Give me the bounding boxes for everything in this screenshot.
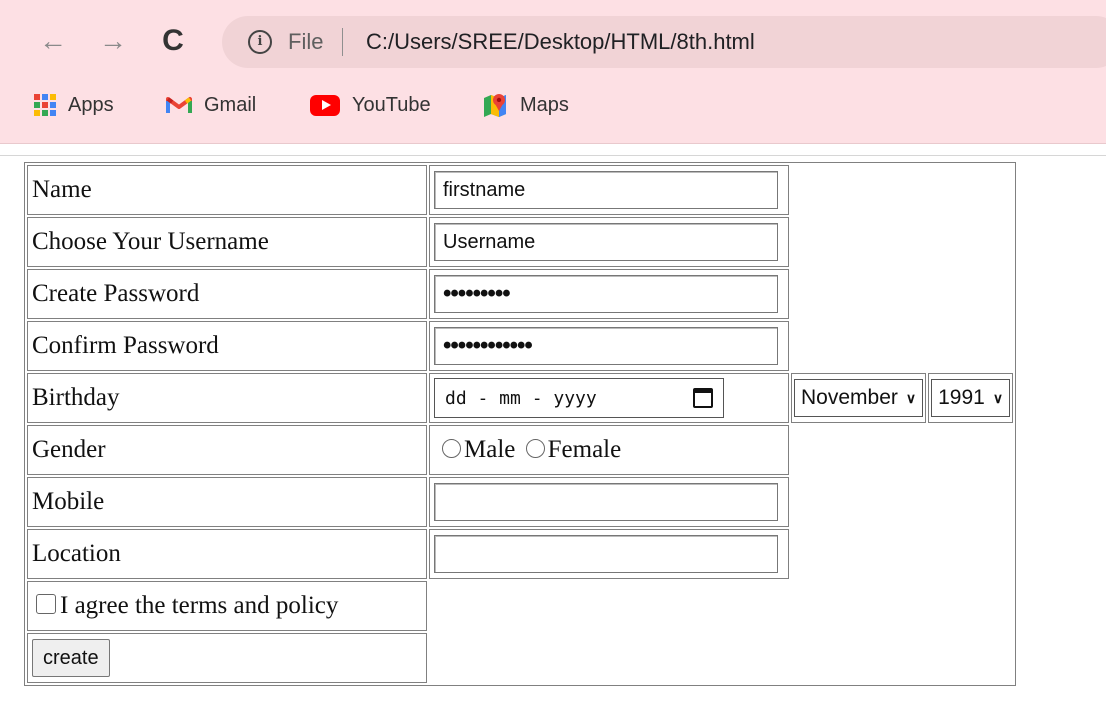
gender-female-label: Female bbox=[547, 436, 622, 463]
bookmark-gmail[interactable]: Gmail bbox=[166, 90, 256, 120]
gender-female-radio[interactable] bbox=[525, 439, 545, 458]
reload-button[interactable]: C bbox=[156, 24, 190, 58]
submit-cell: create bbox=[27, 633, 427, 683]
agree-label: I agree the terms and policy bbox=[60, 592, 339, 619]
page-top-border bbox=[0, 155, 1106, 156]
bookmark-label: Apps bbox=[68, 93, 114, 116]
chevron-down-icon: ∨ bbox=[992, 389, 1004, 406]
year-select[interactable]: 1991 ∨ bbox=[931, 379, 1011, 417]
password-input[interactable]: ••••••••• bbox=[434, 275, 778, 313]
birthday-date-input[interactable]: dd - mm - yyyy bbox=[434, 378, 724, 418]
date-placeholder: dd - mm - yyyy bbox=[445, 387, 597, 409]
table-row: Mobile bbox=[27, 477, 1013, 527]
table-row: create bbox=[27, 633, 1013, 683]
arrow-right-icon: → bbox=[99, 25, 127, 56]
username-label: Choose Your Username bbox=[27, 217, 427, 267]
table-row: Name firstname bbox=[27, 165, 1013, 215]
bookmark-youtube[interactable]: YouTube bbox=[310, 90, 431, 120]
username-cell: Username bbox=[429, 217, 789, 267]
maps-icon bbox=[482, 92, 508, 118]
agree-checkbox[interactable] bbox=[36, 594, 56, 614]
location-input[interactable] bbox=[434, 535, 778, 573]
table-row: Gender Male Female bbox=[27, 425, 1013, 475]
table-row: I agree the terms and policy bbox=[27, 581, 1013, 631]
address-url[interactable]: C:/Users/SREE/Desktop/HTML/8th.html bbox=[366, 29, 755, 55]
gender-male-radio[interactable] bbox=[442, 439, 461, 458]
birthday-year-cell: 1991 ∨ bbox=[928, 373, 1014, 423]
agree-cell: I agree the terms and policy bbox=[27, 581, 427, 631]
table-row: Create Password ••••••••• bbox=[27, 269, 1013, 319]
month-select[interactable]: November ∨ bbox=[794, 379, 924, 417]
mobile-label: Mobile bbox=[27, 477, 427, 527]
birthday-date-cell: dd - mm - yyyy bbox=[429, 373, 789, 423]
password-cell: ••••••••• bbox=[429, 269, 789, 319]
apps-grid-icon bbox=[34, 94, 56, 116]
gender-label: Gender bbox=[27, 425, 427, 475]
bookmark-label: YouTube bbox=[352, 93, 431, 116]
username-input[interactable]: Username bbox=[434, 223, 778, 261]
mobile-input[interactable] bbox=[434, 483, 778, 521]
calendar-icon[interactable] bbox=[693, 388, 713, 408]
forward-button[interactable]: → bbox=[96, 24, 130, 58]
confirm-password-input[interactable]: •••••••••••• bbox=[434, 327, 778, 365]
confirm-password-cell: •••••••••••• bbox=[429, 321, 789, 371]
gender-cell: Male Female bbox=[429, 425, 789, 475]
youtube-icon bbox=[310, 94, 340, 116]
chevron-down-icon: ∨ bbox=[905, 389, 917, 406]
info-icon[interactable]: i bbox=[248, 30, 272, 54]
address-scheme: File bbox=[288, 29, 324, 54]
mobile-cell bbox=[429, 477, 789, 527]
address-bar[interactable]: i File C:/Users/SREE/Desktop/HTML/8th.ht… bbox=[222, 16, 1106, 68]
location-label: Location bbox=[27, 529, 427, 579]
create-button[interactable]: create bbox=[32, 639, 110, 677]
back-button[interactable]: ← bbox=[36, 24, 70, 58]
table-row: Birthday dd - mm - yyyy November ∨ 1991 … bbox=[27, 373, 1014, 423]
year-value: 1991 bbox=[938, 386, 985, 409]
table-row: Choose Your Username Username bbox=[27, 217, 1013, 267]
bookmark-label: Gmail bbox=[204, 93, 257, 116]
table-row: Location bbox=[27, 529, 1013, 579]
name-input[interactable]: firstname bbox=[434, 171, 778, 209]
birthday-label: Birthday bbox=[27, 373, 427, 423]
password-label: Create Password bbox=[27, 269, 427, 319]
address-separator bbox=[342, 28, 343, 56]
gmail-icon bbox=[166, 95, 192, 115]
name-cell: firstname bbox=[429, 165, 789, 215]
birthday-month-cell: November ∨ bbox=[791, 373, 927, 423]
name-label: Name bbox=[27, 165, 427, 215]
reload-icon: C bbox=[162, 24, 184, 57]
table-row: Confirm Password •••••••••••• bbox=[27, 321, 1013, 371]
month-value: November bbox=[801, 386, 898, 409]
arrow-left-icon: ← bbox=[39, 25, 67, 56]
signup-form-table: Name firstname Choose Your Username User… bbox=[24, 162, 1017, 686]
bookmark-label: Maps bbox=[520, 93, 569, 116]
bookmark-apps[interactable]: Apps bbox=[34, 90, 114, 120]
browser-toolbar: ← → C i File C:/Users/SREE/Desktop/HTML/… bbox=[0, 0, 1106, 144]
confirm-password-label: Confirm Password bbox=[27, 321, 427, 371]
location-cell bbox=[429, 529, 789, 579]
bookmark-maps[interactable]: Maps bbox=[482, 90, 569, 120]
gender-male-label: Male bbox=[464, 436, 516, 463]
